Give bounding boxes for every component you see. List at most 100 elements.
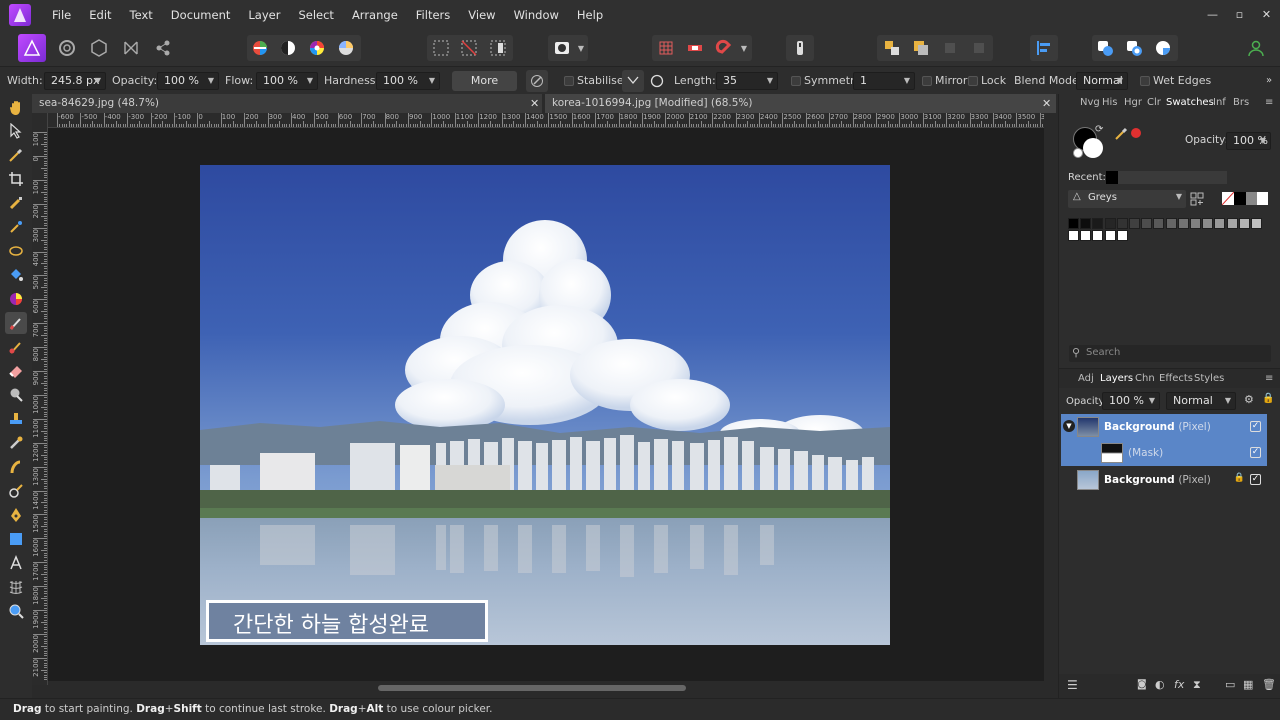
- tab-colour[interactable]: Clr: [1147, 94, 1161, 112]
- tab-korea-close-icon[interactable]: ✕: [1042, 94, 1051, 113]
- selection-brush-tool-icon[interactable]: [5, 192, 27, 214]
- search-field[interactable]: ⚲ Search: [1069, 345, 1271, 362]
- erase-brush-tool-icon[interactable]: [5, 360, 27, 382]
- grey-swatch[interactable]: [1238, 218, 1250, 229]
- menu-text[interactable]: Text: [121, 0, 162, 30]
- red-colour-dot[interactable]: [1131, 128, 1141, 138]
- tone-mapping-persona-icon[interactable]: [119, 36, 143, 60]
- tab-brushes[interactable]: Brs: [1233, 94, 1249, 112]
- opacity-field[interactable]: 100 % ▼: [157, 72, 219, 90]
- length-field[interactable]: 35 ▼: [716, 72, 778, 90]
- grey-swatch[interactable]: [1092, 230, 1104, 241]
- document-image[interactable]: 간단한 하늘 합성완료: [200, 165, 890, 645]
- elliptical-marquee-tool-icon[interactable]: [5, 240, 27, 262]
- grey-swatch[interactable]: [1080, 230, 1092, 241]
- palette-select[interactable]: △ Greys ▼: [1068, 190, 1186, 208]
- liquify-persona-icon[interactable]: [55, 36, 79, 60]
- grey-swatch[interactable]: [1251, 218, 1262, 229]
- brush-preset-icon[interactable]: [526, 70, 548, 92]
- menu-edit[interactable]: Edit: [80, 0, 120, 30]
- live-filter-icon[interactable]: ⧗: [1193, 678, 1201, 692]
- adjustment-icon[interactable]: ◐: [1155, 678, 1165, 691]
- view-tool-icon[interactable]: [5, 96, 27, 118]
- auto-white-balance-icon[interactable]: [334, 36, 358, 60]
- hardness-field[interactable]: 100 % ▼: [376, 72, 440, 90]
- horizontal-scrollbar[interactable]: [378, 685, 686, 691]
- menu-window[interactable]: Window: [505, 0, 568, 30]
- layer-visibility-checkbox[interactable]: ✓: [1250, 474, 1261, 485]
- grey-swatch[interactable]: [1116, 218, 1128, 229]
- subtract-shape-icon[interactable]: [1122, 36, 1146, 60]
- tab-history[interactable]: His: [1102, 94, 1118, 112]
- flood-select-tool-icon[interactable]: [5, 216, 27, 238]
- expand-arrow-icon[interactable]: ▼: [1063, 420, 1075, 432]
- align-icon[interactable]: [1032, 36, 1056, 60]
- quick-mask-icon[interactable]: [550, 36, 574, 60]
- grey-swatch[interactable]: [1202, 218, 1214, 229]
- layer-stack-icon[interactable]: ☰: [1067, 678, 1078, 692]
- panel-menu-icon[interactable]: ≡: [1265, 94, 1273, 112]
- secondary-colour-swatch[interactable]: [1083, 138, 1103, 158]
- sponge-brush-tool-icon[interactable]: [5, 480, 27, 502]
- invert-selection-icon[interactable]: [486, 36, 510, 60]
- menu-document[interactable]: Document: [162, 0, 240, 30]
- tab-korea[interactable]: korea-1016994.jpg [Modified] (68.5%): [545, 94, 1056, 113]
- layer-opacity-field[interactable]: 100 % ▼: [1102, 392, 1160, 410]
- colour-picker-tool-icon[interactable]: [5, 144, 27, 166]
- move-to-back-icon[interactable]: [880, 36, 904, 60]
- auto-colour-icon[interactable]: [305, 36, 329, 60]
- tab-swatches[interactable]: Swatches: [1166, 94, 1214, 112]
- levels-icon[interactable]: [248, 36, 272, 60]
- develop-persona-icon[interactable]: [87, 36, 111, 60]
- symmetry-field[interactable]: 1 ▼: [853, 72, 915, 90]
- layer-blend-select[interactable]: Normal ▼: [1166, 392, 1236, 410]
- layer-locked-icon[interactable]: 🔒: [1234, 473, 1245, 483]
- blend-mode-select[interactable]: Normal ▼: [1076, 72, 1128, 90]
- grey-swatch[interactable]: [1104, 218, 1116, 229]
- account-icon[interactable]: [1244, 36, 1268, 60]
- tab-info[interactable]: Inf: [1213, 94, 1226, 112]
- auto-contrast-icon[interactable]: [276, 36, 300, 60]
- group-folder-icon[interactable]: ▭: [1225, 678, 1235, 691]
- delete-layer-icon[interactable]: 🗑: [1262, 678, 1276, 691]
- overflow-chevron-icon[interactable]: »: [1266, 67, 1272, 95]
- grey-swatch[interactable]: [1092, 218, 1104, 229]
- swatch-white[interactable]: [1257, 192, 1268, 205]
- layer-lock-icon[interactable]: 🔒: [1262, 393, 1274, 404]
- tab-sea[interactable]: sea-84629.jpg (48.7%): [32, 94, 542, 113]
- layer-visibility-checkbox[interactable]: ✓: [1250, 421, 1261, 432]
- grey-swatch[interactable]: [1165, 218, 1177, 229]
- grey-swatch[interactable]: [1141, 218, 1153, 229]
- swatch-none[interactable]: [1222, 192, 1234, 205]
- fx-icon[interactable]: fx: [1174, 678, 1184, 691]
- palette-options-icon[interactable]: [1190, 192, 1204, 206]
- grey-swatch[interactable]: [1226, 218, 1238, 229]
- window-mode-icon[interactable]: [646, 70, 668, 92]
- layer-settings-icon[interactable]: ⚙: [1244, 393, 1254, 406]
- dodge-brush-tool-icon[interactable]: [5, 384, 27, 406]
- tab-channels[interactable]: Chn: [1135, 369, 1155, 389]
- tab-sea-close-icon[interactable]: ✕: [530, 94, 539, 113]
- add-shape-icon[interactable]: [1093, 36, 1117, 60]
- symmetry-checkbox[interactable]: [791, 76, 801, 86]
- menu-filters[interactable]: Filters: [407, 0, 459, 30]
- width-field[interactable]: 245.8 px ▼: [44, 72, 106, 90]
- wet-edges-checkbox[interactable]: [1140, 76, 1150, 86]
- close-window-button[interactable]: ✕: [1253, 0, 1280, 30]
- more-button[interactable]: More: [452, 71, 517, 91]
- gradient-tool-icon[interactable]: [5, 288, 27, 310]
- swatch-grey[interactable]: [1246, 192, 1257, 205]
- mask-visibility-checkbox[interactable]: ✓: [1250, 447, 1261, 458]
- grey-swatch[interactable]: [1129, 218, 1140, 229]
- recent-swatch-black[interactable]: [1106, 171, 1118, 184]
- blemish-removal-tool-icon[interactable]: [5, 432, 27, 454]
- tab-layers[interactable]: Layers: [1100, 369, 1133, 389]
- swatch-black[interactable]: [1234, 192, 1246, 205]
- grey-swatch[interactable]: [1177, 218, 1189, 229]
- mask-layer-icon[interactable]: ◙: [1137, 679, 1147, 690]
- tab-effects[interactable]: Effects: [1159, 369, 1193, 389]
- no-colour-icon[interactable]: [1073, 148, 1083, 158]
- stabiliser-checkbox[interactable]: [564, 76, 574, 86]
- menu-file[interactable]: File: [43, 0, 80, 30]
- tab-styles[interactable]: Styles: [1194, 369, 1224, 389]
